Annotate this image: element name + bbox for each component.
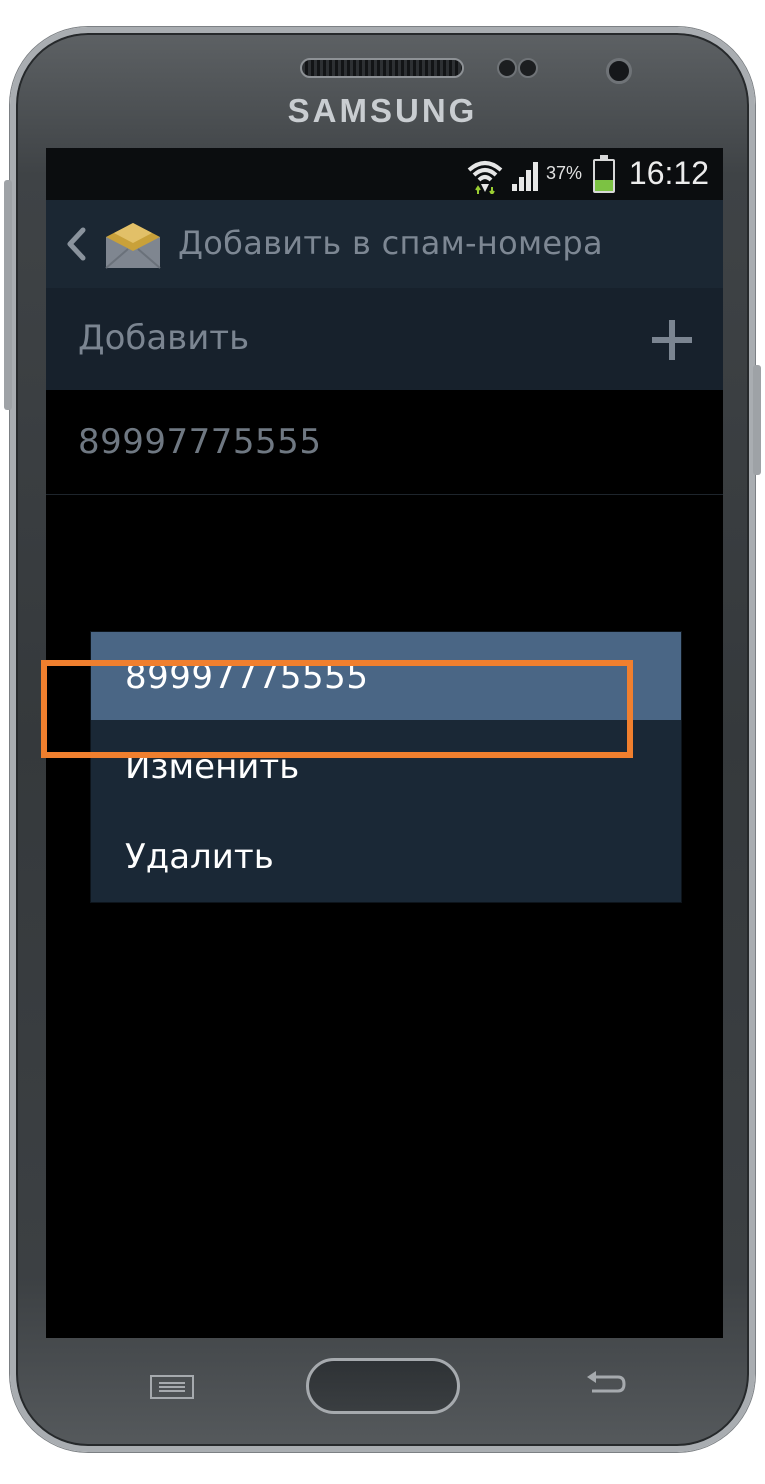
- battery-fill: [595, 179, 613, 191]
- back-key-icon[interactable]: [584, 1369, 628, 1401]
- light-sensor: [518, 58, 538, 78]
- status-bar: 37% 16:12: [46, 148, 723, 200]
- volume-button[interactable]: [4, 180, 12, 410]
- spam-number-item[interactable]: 89997775555: [46, 390, 723, 495]
- status-time: 16:12: [628, 155, 709, 191]
- battery-percent: 37%: [546, 163, 583, 183]
- add-number-row[interactable]: Добавить: [46, 288, 723, 390]
- signal-icon: [512, 162, 538, 191]
- earpiece-speaker: [300, 58, 464, 78]
- proximity-sensor: [497, 58, 517, 78]
- app-bar: Добавить в спам-номера: [46, 200, 723, 288]
- spam-number-text: 89997775555: [78, 422, 322, 462]
- home-button[interactable]: [306, 1358, 460, 1414]
- power-button[interactable]: [753, 365, 761, 475]
- delete-menu-label: Удалить: [125, 837, 274, 877]
- wifi-icon: [467, 161, 503, 194]
- envelope-icon[interactable]: [104, 219, 162, 269]
- chevron-left-icon[interactable]: [64, 226, 88, 262]
- delete-highlight-frame: [41, 660, 633, 758]
- front-camera: [606, 58, 632, 84]
- app-bar-title: Добавить в спам-номера: [178, 224, 603, 262]
- add-number-label: Добавить: [78, 318, 250, 358]
- brand-logo: SAMSUNG: [287, 92, 478, 129]
- delete-menu-item[interactable]: Удалить: [91, 812, 681, 902]
- battery-icon: [593, 155, 615, 193]
- menu-key-icon[interactable]: [150, 1375, 194, 1399]
- plus-icon[interactable]: [650, 318, 694, 362]
